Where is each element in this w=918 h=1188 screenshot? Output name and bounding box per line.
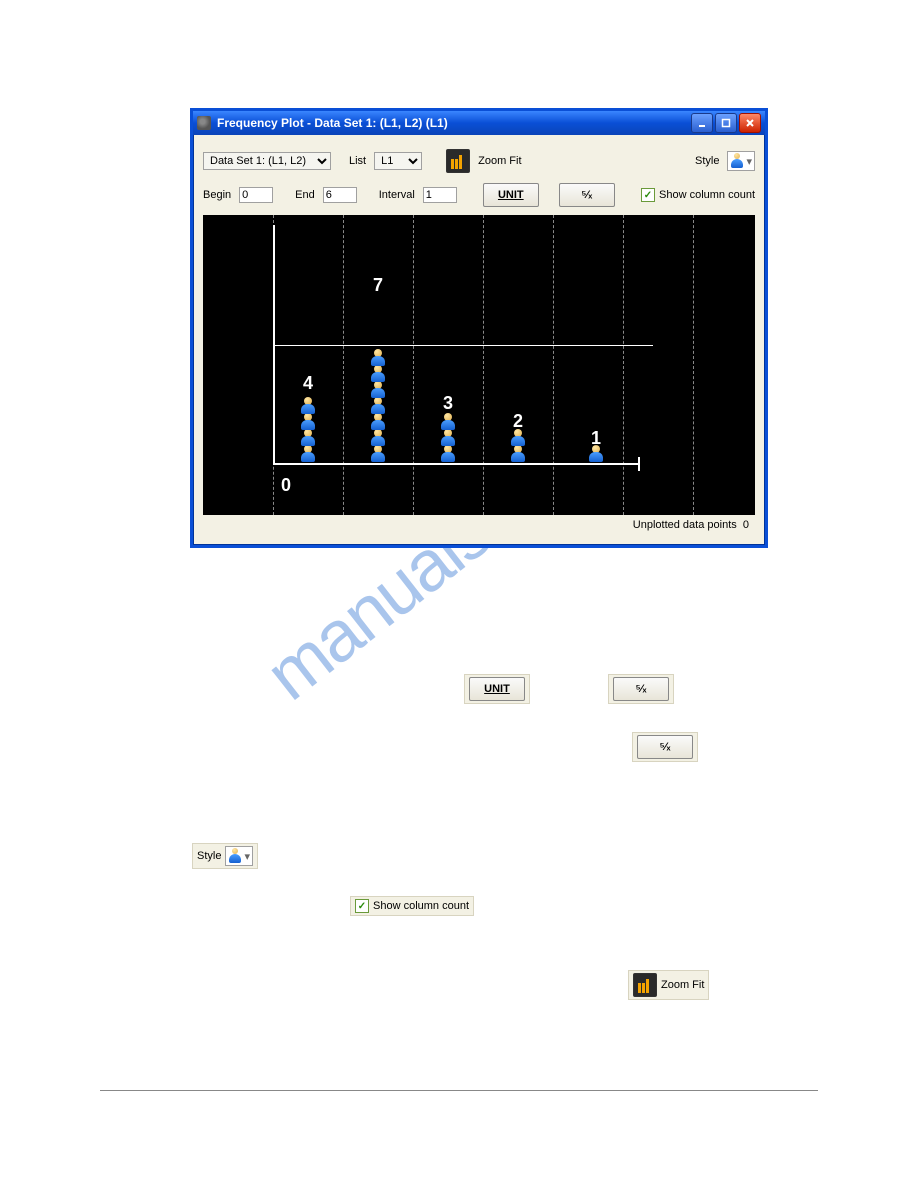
check-icon: ✓: [641, 188, 655, 202]
footer-rule: [100, 1090, 818, 1091]
inline-style-select[interactable]: Style ▾: [192, 843, 258, 869]
unplotted-label: Unplotted data points: [633, 519, 737, 531]
person-icon: [228, 848, 242, 864]
dataset-select[interactable]: Data Set 1: (L1, L2): [203, 152, 331, 170]
inline-show-count-label: Show column count: [373, 900, 469, 912]
maximize-button[interactable]: [715, 113, 737, 133]
interval-input[interactable]: [423, 187, 457, 203]
column-count-1: 4: [303, 373, 313, 394]
begin-label: Begin: [203, 189, 231, 201]
unplotted-value: 0: [743, 519, 749, 531]
inline-style-label: Style: [197, 850, 221, 862]
list-select[interactable]: L1: [374, 152, 422, 170]
window-content: Data Set 1: (L1, L2) List L1 Zoom Fit St…: [193, 135, 765, 545]
list-label: List: [349, 155, 366, 167]
inline-zoom-fit[interactable]: Zoom Fit: [628, 970, 709, 1000]
titlebar: Frequency Plot - Data Set 1: (L1, L2) (L…: [193, 111, 765, 135]
show-column-count-checkbox[interactable]: ✓ Show column count: [641, 188, 755, 202]
close-button[interactable]: [739, 113, 761, 133]
chart-column-2: [370, 351, 386, 463]
unit-button[interactable]: UNIT: [483, 183, 539, 207]
column-count-2: 7: [373, 275, 383, 296]
style-select[interactable]: ▾: [727, 151, 755, 171]
zoom-fit-icon[interactable]: [446, 149, 470, 173]
reference-line: [273, 345, 653, 346]
person-icon: [730, 153, 744, 169]
inline-show-column-count[interactable]: ✓ Show column count: [350, 896, 474, 916]
app-icon: [197, 116, 211, 130]
chart-column-5: [588, 447, 604, 463]
toolbar-row-2: Begin End Interval UNIT ⁵⁄ₓ ✓ Show colum…: [203, 183, 755, 207]
inline-fraction-button-2[interactable]: ⁵⁄ₓ: [632, 732, 698, 762]
check-icon: ✓: [355, 899, 369, 913]
column-count-3: 3: [443, 393, 453, 414]
zoom-fit-label: Zoom Fit: [478, 155, 521, 167]
begin-input[interactable]: [239, 187, 273, 203]
frequency-plot-window: Frequency Plot - Data Set 1: (L1, L2) (L…: [190, 108, 768, 548]
end-label: End: [295, 189, 315, 201]
x-axis-end-tick: [638, 457, 640, 471]
window-controls: [691, 113, 761, 133]
chart-column-1: [300, 399, 316, 463]
inline-unit-button[interactable]: UNIT: [464, 674, 530, 704]
chart-area: 0 4 7 3 2: [203, 215, 755, 515]
chart-column-4: [510, 431, 526, 463]
column-count-5: 1: [591, 428, 601, 449]
chevron-down-icon: ▾: [244, 850, 250, 863]
axis-origin-label: 0: [281, 475, 291, 496]
zoom-fit-icon: [633, 973, 657, 997]
window-title: Frequency Plot - Data Set 1: (L1, L2) (L…: [217, 116, 691, 130]
show-column-count-label: Show column count: [659, 189, 755, 201]
minimize-button[interactable]: [691, 113, 713, 133]
inline-zoom-fit-label: Zoom Fit: [661, 979, 704, 991]
chart-column-3: [440, 415, 456, 463]
style-label: Style: [695, 155, 719, 167]
chevron-down-icon: ▾: [746, 155, 752, 168]
interval-label: Interval: [379, 189, 415, 201]
fraction-button[interactable]: ⁵⁄ₓ: [559, 183, 615, 207]
toolbar-row-1: Data Set 1: (L1, L2) List L1 Zoom Fit St…: [203, 149, 755, 173]
status-bar: Unplotted data points 0: [203, 515, 755, 535]
inline-fraction-button-1[interactable]: ⁵⁄ₓ: [608, 674, 674, 704]
end-input[interactable]: [323, 187, 357, 203]
column-count-4: 2: [513, 411, 523, 432]
x-axis: [273, 463, 638, 465]
